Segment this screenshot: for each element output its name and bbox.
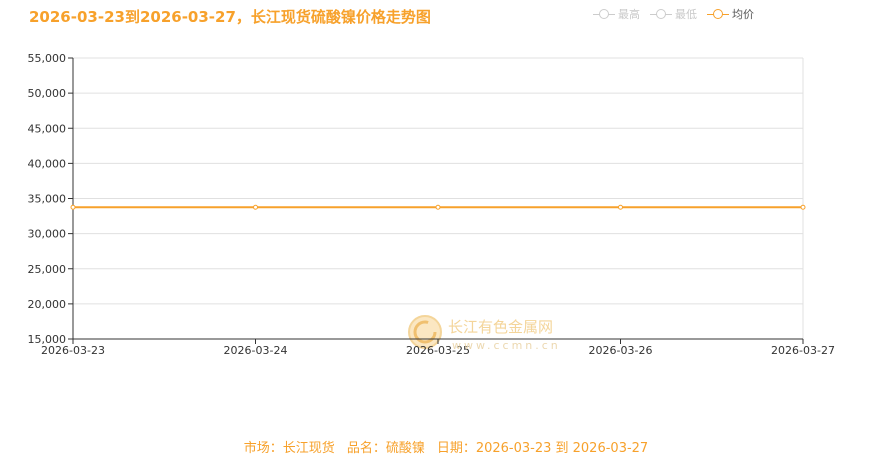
footer-product: 品名：硫酸镍 — [346, 441, 425, 456]
data-point — [70, 204, 76, 210]
price-line-chart: 15,00020,00025,00030,00035,00040,00045,0… — [28, 52, 835, 357]
data-point — [618, 204, 623, 210]
y-tick-label: 20,000 — [28, 298, 67, 311]
data-point — [800, 204, 806, 210]
x-tick-label: 2026-03-27 — [771, 344, 835, 357]
data-point — [435, 204, 441, 210]
y-tick-label: 55,000 — [28, 52, 67, 65]
y-tick-label: 50,000 — [28, 87, 67, 100]
x-tick-label: 2026-03-24 — [224, 344, 288, 357]
y-tick-label: 25,000 — [28, 263, 67, 276]
y-tick-label: 35,000 — [28, 193, 67, 206]
y-tick-label: 30,000 — [28, 228, 67, 241]
footer-date: 日期：2026-03-23 到 2026-03-27 — [436, 441, 649, 456]
footer-market: 市场：长江现货 — [243, 441, 335, 456]
data-point — [253, 204, 258, 210]
y-tick-label: 45,000 — [28, 122, 67, 135]
chart-footer: 市场：长江现货 品名：硫酸镍 日期：2026-03-23 到 2026-03-27 — [0, 437, 892, 456]
y-tick-label: 40,000 — [28, 157, 67, 170]
watermark-text: 长江有色金属网 — [448, 318, 554, 336]
x-tick-label: 2026-03-26 — [589, 344, 653, 357]
watermark-url: www.ccmn.cn — [452, 339, 561, 352]
x-tick-label: 2026-03-23 — [41, 344, 105, 357]
